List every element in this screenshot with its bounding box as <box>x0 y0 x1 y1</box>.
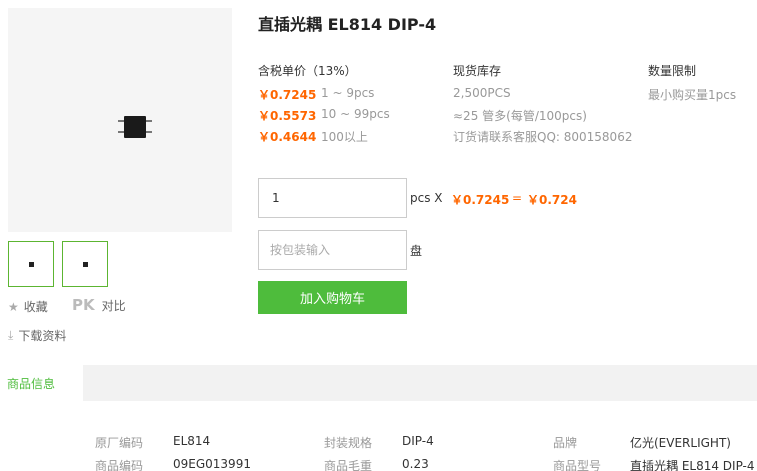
pk-icon: PK <box>72 296 95 314</box>
tier-qty: 100以上 <box>321 130 368 144</box>
thumbnail-2[interactable] <box>62 241 108 287</box>
limit-text: 最小购买量1pcs <box>648 88 737 102</box>
spec-value: 直插光耦 EL814 DIP-4 <box>630 459 755 471</box>
package-input[interactable] <box>258 230 407 270</box>
tab-product-info[interactable]: 商品信息 <box>0 365 83 401</box>
star-icon: ★ <box>8 299 19 314</box>
unit-price: ￥0.7245 <box>451 193 510 207</box>
limit-header: 数量限制 <box>648 64 697 78</box>
spec-value: 亿光(EVERLIGHT) <box>630 436 731 450</box>
pack-unit: 盘 <box>410 244 423 258</box>
download-button[interactable]: ⤓ 下载资料 <box>8 327 66 344</box>
spec-label: 原厂编码 <box>95 436 144 450</box>
tier-price: ￥0.7245 <box>258 88 317 102</box>
price-header: 含税单价（13%） <box>258 64 357 78</box>
chip-image <box>118 116 152 138</box>
compare-label: 对比 <box>101 298 126 313</box>
spec-value: EL814 <box>173 434 211 448</box>
spec-label: 商品型号 <box>553 459 602 471</box>
spec-value: 0.23 <box>402 457 429 471</box>
tab-bar: 商品信息 <box>0 365 757 401</box>
tier-price: ￥0.5573 <box>258 109 317 123</box>
tier-qty: 1 ~ 9pcs <box>321 86 375 100</box>
compare-button[interactable]: PK 对比 <box>72 296 126 314</box>
equals-sign: = <box>512 191 523 205</box>
download-icon: ⤓ <box>8 328 14 342</box>
spec-label: 商品毛重 <box>324 459 373 471</box>
favorite-label: 收藏 <box>23 300 48 314</box>
favorite-button[interactable]: ★ 收藏 <box>8 298 48 315</box>
stock-header: 现货库存 <box>453 64 502 78</box>
tier-qty: 10 ~ 99pcs <box>321 107 390 121</box>
tier-price: ￥0.4644 <box>258 130 317 144</box>
stock-tubes: ≈25 管多(每管/100pcs) <box>453 109 587 123</box>
spec-value: DIP-4 <box>402 434 434 448</box>
quantity-input[interactable] <box>258 178 407 218</box>
add-to-cart-button[interactable]: 加入购物车 <box>258 281 407 314</box>
total-price: ￥0.724 <box>527 193 577 207</box>
download-label: 下载资料 <box>18 329 67 343</box>
thumbnail-1[interactable] <box>8 241 54 287</box>
spec-label: 品牌 <box>553 436 578 450</box>
qty-unit: pcs X <box>410 191 443 205</box>
stock-quantity: 2,500PCS <box>453 86 511 100</box>
spec-value: 09EG013991 <box>173 457 251 471</box>
spec-label: 封装规格 <box>324 436 373 450</box>
product-main-image <box>8 8 232 232</box>
product-title: 直插光耦 EL814 DIP-4 <box>258 15 437 34</box>
stock-contact: 订货请联系客服QQ: 800158062 <box>453 130 633 144</box>
spec-label: 商品编码 <box>95 459 144 471</box>
